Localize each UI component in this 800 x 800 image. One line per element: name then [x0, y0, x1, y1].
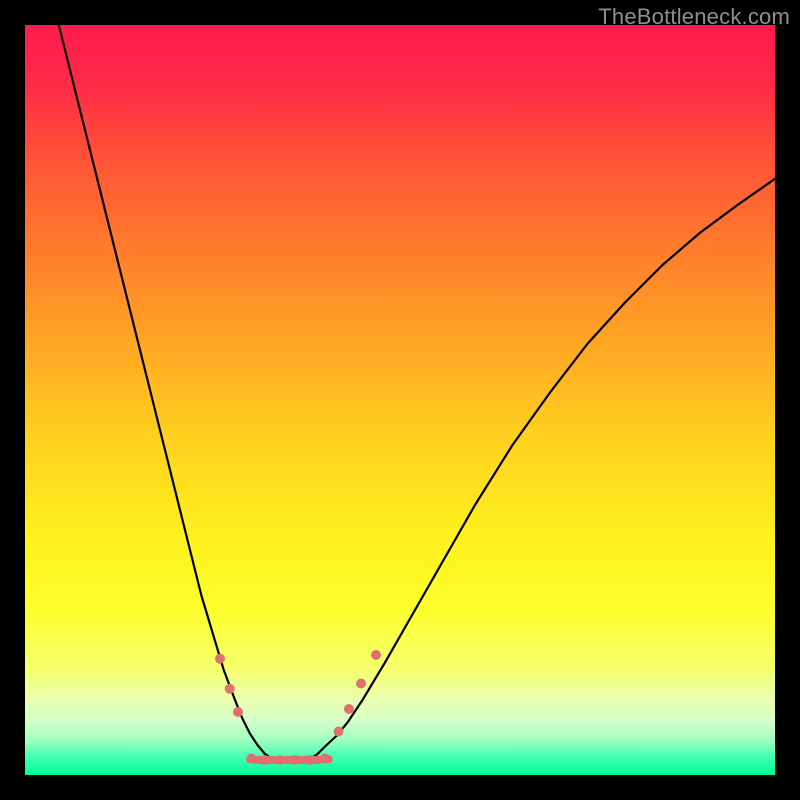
chart-svg [25, 25, 775, 775]
watermark-text: TheBottleneck.com [598, 4, 790, 30]
marker-point [334, 727, 344, 737]
marker-point [260, 755, 270, 765]
gradient-background [25, 25, 775, 775]
plot-area [25, 25, 775, 775]
marker-point [233, 707, 243, 717]
marker-point [344, 704, 354, 714]
marker-point [356, 679, 366, 689]
marker-point [305, 755, 315, 765]
marker-point [215, 654, 225, 664]
marker-point [225, 684, 235, 694]
chart-frame: TheBottleneck.com [0, 0, 800, 800]
marker-point [275, 755, 285, 765]
marker-point [290, 755, 300, 765]
marker-point [247, 754, 257, 764]
marker-point [320, 754, 330, 764]
marker-point [371, 650, 381, 660]
